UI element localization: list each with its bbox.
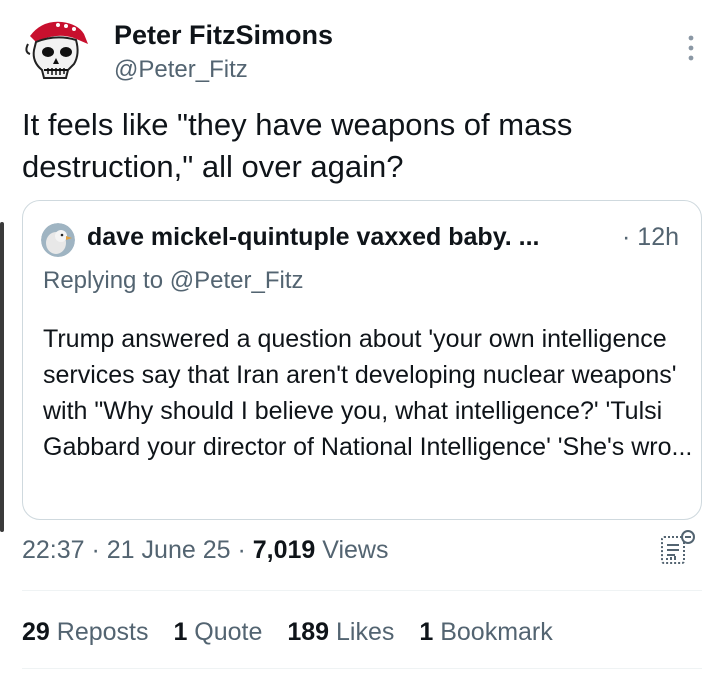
tweet-header: Peter FitzSimons @Peter_Fitz: [22, 14, 702, 84]
divider: [22, 590, 702, 591]
tweet-meta: 22:37 · 21 June 25 · 7,019 Views: [22, 536, 389, 564]
tweet-text: It feels like "they have weapons of mass…: [22, 107, 573, 184]
quoted-author-name[interactable]: dave mickel-quintuple vaxxed baby. ...: [87, 223, 539, 252]
quoted-timestamp[interactable]: · 12h: [622, 223, 679, 252]
engagement-stats: 29 Reposts 1 Quote 189 Likes 1 Bookmark: [22, 618, 571, 647]
likes-stat[interactable]: 189 Likes: [287, 618, 394, 646]
analytics-icon[interactable]: [657, 528, 697, 568]
replying-to: Replying to @Peter_Fitz: [43, 267, 303, 295]
author-avatar[interactable]: [22, 14, 90, 82]
edge-scroll-indicator: [0, 222, 4, 532]
quoted-tweet[interactable]: dave mickel-quintuple vaxxed baby. ... ·…: [22, 200, 702, 520]
author-handle[interactable]: @Peter_Fitz: [114, 56, 248, 84]
tweet-time[interactable]: 22:37: [22, 536, 85, 564]
more-vertical-icon[interactable]: [688, 34, 694, 62]
quoted-author-avatar[interactable]: [41, 223, 75, 257]
quoted-text: Trump answered a question about 'your ow…: [43, 325, 693, 461]
reposts-stat[interactable]: 29 Reposts: [22, 618, 148, 646]
views-label: Views: [322, 536, 389, 564]
replying-to-mention[interactable]: @Peter_Fitz: [170, 267, 304, 294]
divider: [22, 668, 702, 669]
author-name[interactable]: Peter FitzSimons: [114, 20, 333, 51]
tweet-date[interactable]: 21 June 25: [107, 536, 231, 564]
quotes-stat[interactable]: 1 Quote: [173, 618, 262, 646]
replying-to-label: Replying to: [43, 267, 170, 294]
bookmarks-stat[interactable]: 1 Bookmark: [419, 618, 552, 646]
views-count: 7,019: [252, 536, 316, 564]
